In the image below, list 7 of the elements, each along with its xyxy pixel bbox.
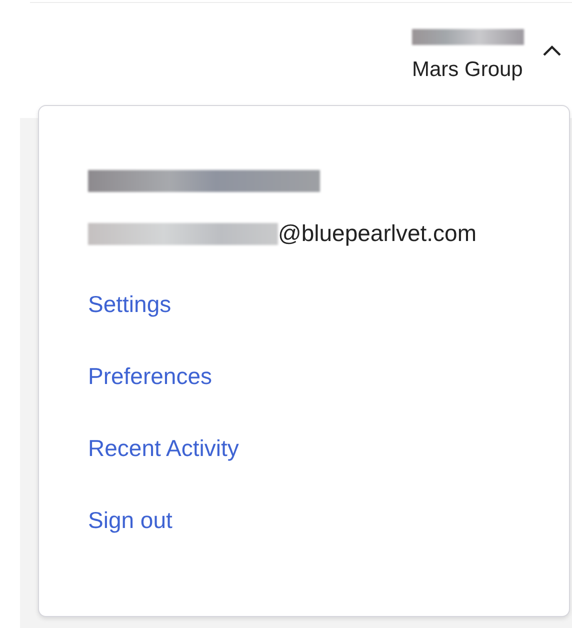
chevron-up-icon[interactable]	[542, 45, 562, 57]
menu-link[interactable]: Sign out	[88, 505, 172, 535]
organization-name: Mars Group	[412, 59, 523, 80]
menu-link[interactable]: Settings	[88, 289, 172, 319]
menu-link[interactable]: Recent Activity	[88, 433, 239, 463]
menu-link[interactable]: Preferences	[88, 361, 212, 391]
email-domain: @bluepearlvet.com	[278, 222, 476, 245]
